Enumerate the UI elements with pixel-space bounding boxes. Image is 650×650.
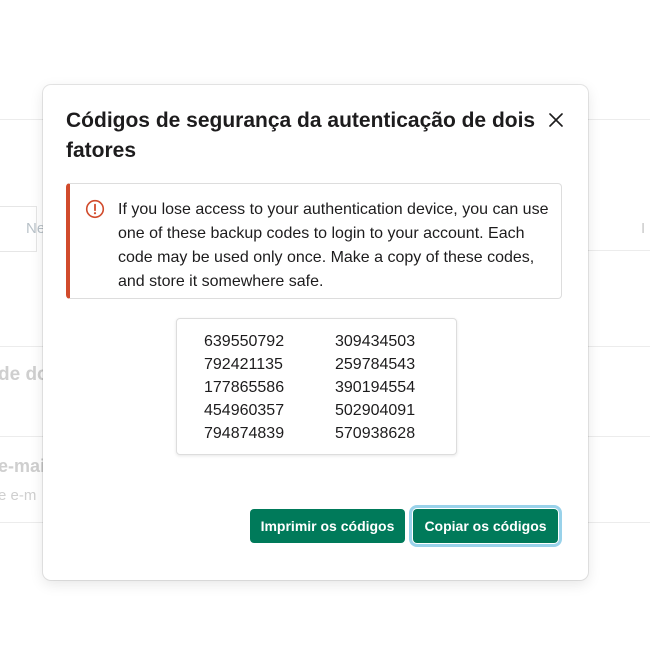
copy-codes-button[interactable]: Copiar os códigos	[413, 509, 558, 543]
divider	[588, 250, 650, 251]
warning-circle-icon	[85, 199, 105, 219]
warning-callout: If you lose access to your authenticatio…	[66, 183, 562, 299]
background-section-subtext: e e-m	[0, 487, 37, 504]
background-section-heading: de do	[0, 364, 49, 385]
close-button[interactable]	[543, 107, 569, 133]
close-icon	[549, 113, 563, 127]
backup-code: 454960357	[204, 402, 285, 419]
backup-codes-dialog: Códigos de segurança da autenticação de …	[43, 85, 588, 580]
backup-code: 309434503	[335, 333, 416, 350]
backup-code: 259784543	[335, 356, 416, 373]
dialog-title: Códigos de segurança da autenticação de …	[66, 109, 536, 162]
backup-code: 792421135	[204, 356, 283, 373]
backup-code: 390194554	[335, 379, 416, 396]
backup-code: 639550792	[204, 333, 285, 350]
backup-codes-box: 639550792 309434503 792421135 259784543 …	[176, 318, 457, 455]
warning-text: If you lose access to your authenticatio…	[118, 201, 549, 290]
backup-code: 502904091	[335, 402, 416, 419]
background-right-label: I	[641, 220, 646, 237]
backup-code: 794874839	[204, 425, 285, 442]
print-codes-button[interactable]: Imprimir os códigos	[250, 509, 405, 543]
backup-code: 177865586	[204, 379, 285, 396]
backup-code: 570938628	[335, 425, 416, 442]
backup-codes-list: 639550792 309434503 792421135 259784543 …	[204, 330, 445, 445]
